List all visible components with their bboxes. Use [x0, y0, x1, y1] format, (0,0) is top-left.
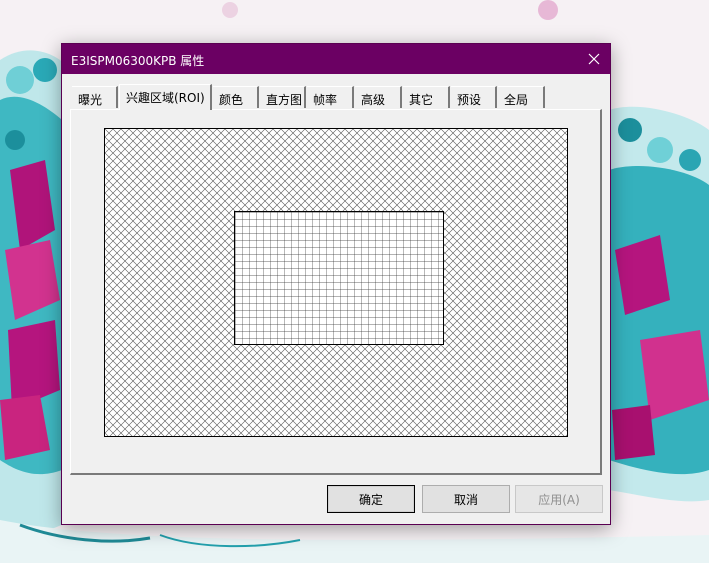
window-title: E3ISPM06300KPB 属性 [71, 54, 205, 68]
tab-strip: 曝光 兴趣区域(ROI) 颜色 直方图 帧率 高级 其它 预设 全局 [72, 84, 600, 110]
roi-tab-panel [70, 109, 602, 475]
tab-advanced[interactable]: 高级 [355, 86, 402, 108]
tab-framerate[interactable]: 帧率 [307, 86, 354, 108]
roi-grid [235, 212, 443, 344]
sensor-area[interactable] [104, 128, 568, 437]
close-button[interactable] [578, 44, 610, 74]
close-icon [588, 53, 600, 65]
title-bar[interactable]: E3ISPM06300KPB 属性 [62, 44, 610, 74]
tab-global[interactable]: 全局 [498, 86, 545, 108]
roi-selection-rectangle[interactable] [234, 211, 444, 345]
tab-histogram[interactable]: 直方图 [260, 86, 306, 108]
tab-exposure[interactable]: 曝光 [72, 86, 118, 108]
ok-button[interactable]: 确定 [327, 485, 415, 513]
cancel-button[interactable]: 取消 [422, 485, 510, 513]
tab-preset[interactable]: 预设 [451, 86, 497, 108]
tab-other[interactable]: 其它 [403, 86, 450, 108]
properties-dialog: E3ISPM06300KPB 属性 曝光 兴趣区域(ROI) 颜色 直方图 帧率… [61, 43, 611, 525]
tab-roi[interactable]: 兴趣区域(ROI) [119, 84, 212, 110]
apply-button[interactable]: 应用(A) [515, 485, 603, 513]
tab-color[interactable]: 颜色 [213, 86, 259, 108]
